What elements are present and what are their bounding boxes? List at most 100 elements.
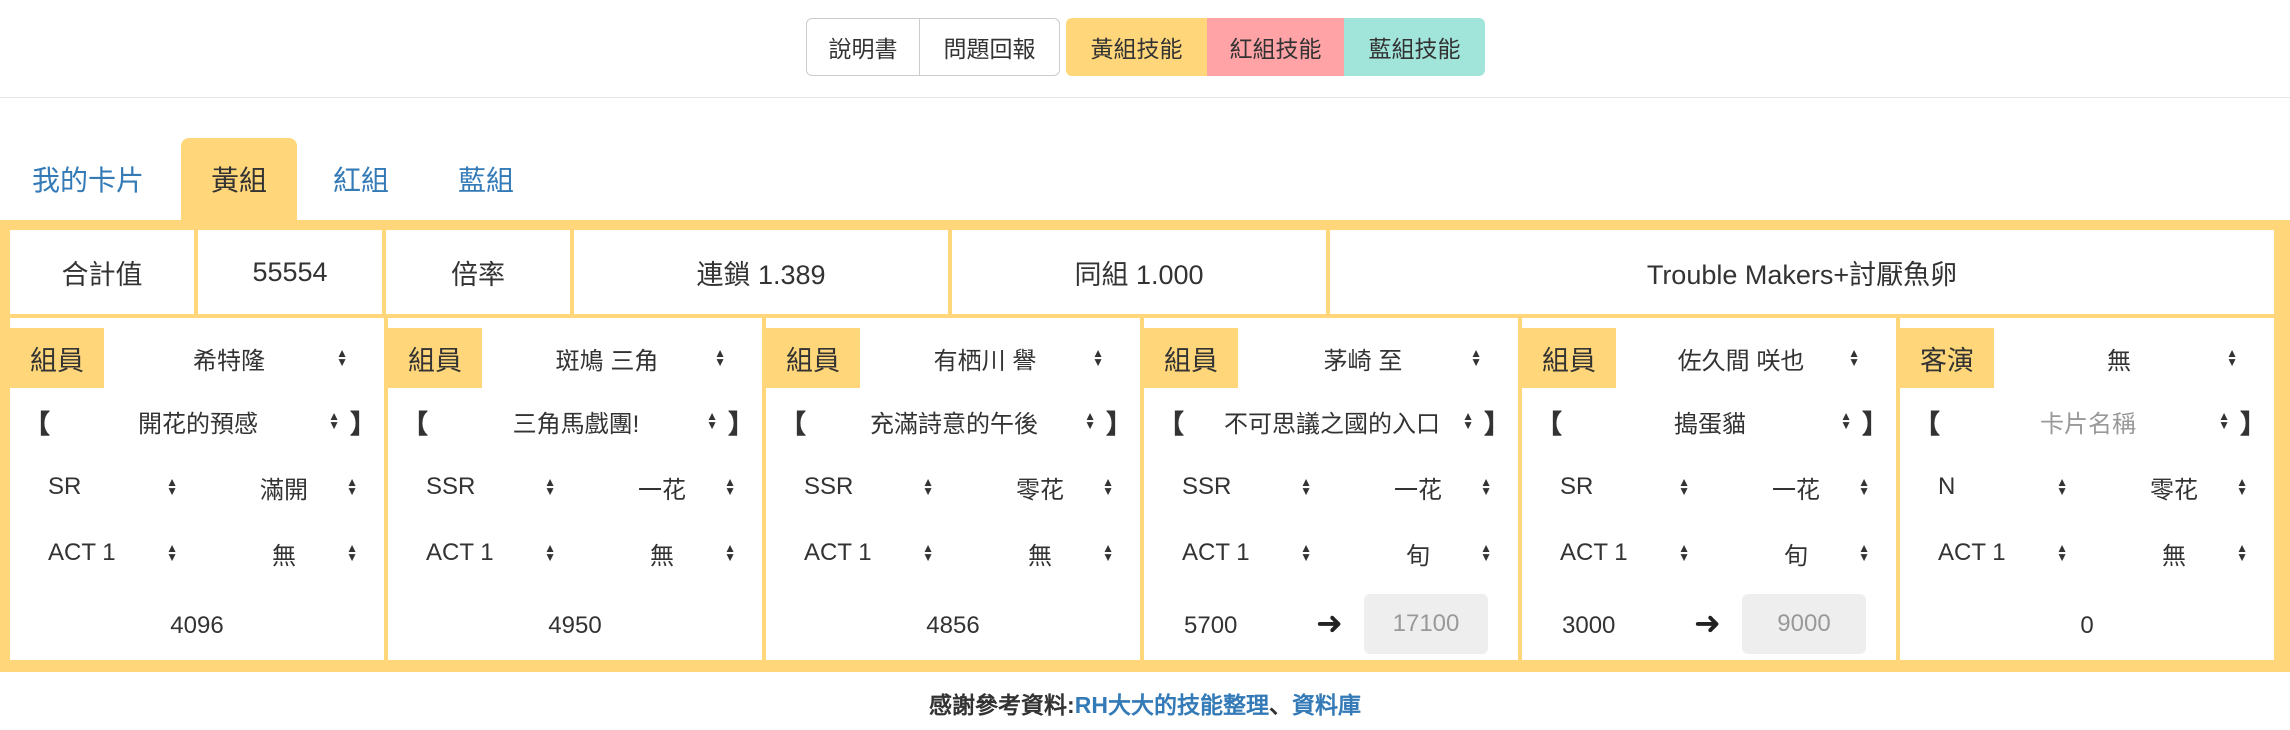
card-select[interactable]: 搗蛋貓 ▲ ▼ <box>1562 396 1858 446</box>
credits-footer: 感謝參考資料:RH大大的技能整理、資料庫 <box>0 686 2290 720</box>
sort-arrows-icon: ▲ ▼ <box>922 541 934 564</box>
rarity-select[interactable]: SSR ▲ ▼ <box>402 462 562 512</box>
act-select[interactable]: ACT 1 ▲ ▼ <box>1914 528 2074 578</box>
close-bracket: 】 <box>1106 409 1133 439</box>
right-arrow-icon: ➜ <box>1316 605 1343 641</box>
member-name-select[interactable]: 無 ▲ ▼ <box>1994 328 2244 388</box>
member-score: 4096 <box>170 612 224 639</box>
tab-red[interactable]: 紅組 <box>318 138 404 220</box>
open-bracket: 【 <box>24 409 51 439</box>
extra-select[interactable]: 無 ▲ ▼ <box>960 528 1120 578</box>
sort-arrows-icon: ▲ ▼ <box>2056 541 2068 564</box>
close-bracket: 】 <box>1862 409 1889 439</box>
team-panel: 合計值 55554 倍率 連鎖 1.389 同組 1.000 Trouble M… <box>0 220 2290 672</box>
rarity-select[interactable]: SSR ▲ ▼ <box>1158 462 1318 512</box>
sort-arrows-icon: ▲ ▼ <box>1858 541 1870 564</box>
close-bracket: 】 <box>1484 409 1511 439</box>
red-skill-button[interactable]: 紅組技能 <box>1207 18 1344 76</box>
chain-multiplier: 連鎖 1.389 <box>574 230 948 314</box>
member-score: 0 <box>2080 612 2094 639</box>
rarity-select[interactable]: SSR ▲ ▼ <box>780 462 940 512</box>
bloom-select[interactable]: 滿開 ▲ ▼ <box>204 462 364 512</box>
card-select[interactable]: 充滿詩意的午後 ▲ ▼ <box>806 396 1102 446</box>
report-button[interactable]: 問題回報 <box>920 18 1060 76</box>
card-select[interactable]: 卡片名稱 ▲ ▼ <box>1940 396 2236 446</box>
skill-button-group: 黃組技能 紅組技能 藍組技能 <box>1066 18 1485 76</box>
database-link[interactable]: 資料庫 <box>1292 692 1361 718</box>
manual-button[interactable]: 說明書 <box>806 18 920 76</box>
sort-arrows-icon: ▲ ▼ <box>1092 346 1104 369</box>
extra-select[interactable]: 旬 ▲ ▼ <box>1338 528 1498 578</box>
bloom-select[interactable]: 零花 ▲ ▼ <box>960 462 1120 512</box>
member-name-select[interactable]: 希特隆 ▲ ▼ <box>104 328 354 388</box>
rarity-select[interactable]: N ▲ ▼ <box>1914 462 2074 512</box>
act-select[interactable]: ACT 1 ▲ ▼ <box>780 528 940 578</box>
sort-arrows-icon: ▲ ▼ <box>724 541 736 564</box>
bloom-select[interactable]: 一花 ▲ ▼ <box>1338 462 1498 512</box>
tab-blue[interactable]: 藍組 <box>443 138 529 220</box>
member-name-select[interactable]: 斑鳩 三角 ▲ ▼ <box>482 328 732 388</box>
bloom-select[interactable]: 零花 ▲ ▼ <box>2094 462 2254 512</box>
sort-arrows-icon: ▲ ▼ <box>1480 541 1492 564</box>
bloom-select[interactable]: 一花 ▲ ▼ <box>582 462 742 512</box>
rarity-select[interactable]: SR ▲ ▼ <box>1536 462 1696 512</box>
sort-arrows-icon: ▲ ▼ <box>1678 541 1690 564</box>
sort-arrows-icon: ▲ ▼ <box>166 475 178 498</box>
sort-arrows-icon: ▲ ▼ <box>706 409 718 432</box>
act-select[interactable]: ACT 1 ▲ ▼ <box>402 528 562 578</box>
card-select[interactable]: 不可思議之國的入口 ▲ ▼ <box>1184 396 1480 446</box>
blue-skill-button[interactable]: 藍組技能 <box>1344 18 1485 76</box>
sort-arrows-icon: ▲ ▼ <box>922 475 934 498</box>
sort-arrows-icon: ▲ ▼ <box>724 475 736 498</box>
extra-select[interactable]: 旬 ▲ ▼ <box>1716 528 1876 578</box>
member-role-label: 組員 <box>1522 328 1616 388</box>
sort-arrows-icon: ▲ ▼ <box>2236 475 2248 498</box>
rarity-select[interactable]: SR ▲ ▼ <box>24 462 184 512</box>
sort-arrows-icon: ▲ ▼ <box>2218 409 2230 432</box>
close-bracket: 】 <box>2240 409 2267 439</box>
member-card: 組員 希特隆 ▲ ▼ 【 開花的預感 ▲ ▼ 】 SR ▲ ▼ 滿開 ▲ ▼ ACT 1… <box>10 318 384 660</box>
member-name-select[interactable]: 有栖川 譽 ▲ ▼ <box>860 328 1110 388</box>
sort-arrows-icon: ▲ ▼ <box>1678 475 1690 498</box>
sort-arrows-icon: ▲ ▼ <box>346 541 358 564</box>
act-select[interactable]: ACT 1 ▲ ▼ <box>1536 528 1696 578</box>
sort-arrows-icon: ▲ ▼ <box>2236 541 2248 564</box>
member-card: 客演 無 ▲ ▼ 【 卡片名稱 ▲ ▼ 】 N ▲ ▼ 零花 ▲ ▼ ACT 1 ▲ ▼ <box>1900 318 2274 660</box>
member-role-label: 客演 <box>1900 328 1994 388</box>
tab-my-cards[interactable]: 我的卡片 <box>20 138 156 220</box>
yellow-skill-button[interactable]: 黃組技能 <box>1066 18 1207 76</box>
sort-arrows-icon: ▲ ▼ <box>328 409 340 432</box>
tab-yellow[interactable]: 黃組 <box>181 138 297 220</box>
credits-prefix: 感謝參考資料: <box>929 692 1075 718</box>
sort-arrows-icon: ▲ ▼ <box>1848 346 1860 369</box>
total-label: 合計值 <box>10 230 194 314</box>
sort-arrows-icon: ▲ ▼ <box>1300 541 1312 564</box>
member-card: 組員 佐久間 咲也 ▲ ▼ 【 搗蛋貓 ▲ ▼ 】 SR ▲ ▼ 一花 ▲ ▼ ACT … <box>1522 318 1896 660</box>
extra-select[interactable]: 無 ▲ ▼ <box>2094 528 2254 578</box>
sort-arrows-icon: ▲ ▼ <box>1300 475 1312 498</box>
boosted-score: 17100 <box>1364 594 1488 654</box>
act-select[interactable]: ACT 1 ▲ ▼ <box>1158 528 1318 578</box>
card-select[interactable]: 三角馬戲團! ▲ ▼ <box>428 396 724 446</box>
sort-arrows-icon: ▲ ▼ <box>1840 409 1852 432</box>
member-card: 組員 茅崎 至 ▲ ▼ 【 不可思議之國的入口 ▲ ▼ 】 SSR ▲ ▼ 一花 ▲ ▼… <box>1144 318 1518 660</box>
skill-notes-link[interactable]: RH大大的技能整理 <box>1075 692 1269 718</box>
member-score: 3000 <box>1562 612 1616 639</box>
card-select[interactable]: 開花的預感 ▲ ▼ <box>50 396 346 446</box>
bloom-select[interactable]: 一花 ▲ ▼ <box>1716 462 1876 512</box>
close-bracket: 】 <box>350 409 377 439</box>
act-select[interactable]: ACT 1 ▲ ▼ <box>24 528 184 578</box>
sort-arrows-icon: ▲ ▼ <box>544 475 556 498</box>
member-name-select[interactable]: 佐久間 咲也 ▲ ▼ <box>1616 328 1866 388</box>
member-score: 4950 <box>548 612 602 639</box>
member-name-select[interactable]: 茅崎 至 ▲ ▼ <box>1238 328 1488 388</box>
sort-arrows-icon: ▲ ▼ <box>166 541 178 564</box>
sort-arrows-icon: ▲ ▼ <box>1102 475 1114 498</box>
open-bracket: 【 <box>1158 409 1185 439</box>
extra-select[interactable]: 無 ▲ ▼ <box>582 528 742 578</box>
extra-select[interactable]: 無 ▲ ▼ <box>204 528 364 578</box>
sort-arrows-icon: ▲ ▼ <box>2226 346 2238 369</box>
member-role-label: 組員 <box>10 328 104 388</box>
member-list: 組員 希特隆 ▲ ▼ 【 開花的預感 ▲ ▼ 】 SR ▲ ▼ 滿開 ▲ ▼ ACT 1… <box>10 318 2274 660</box>
member-role-label: 組員 <box>1144 328 1238 388</box>
